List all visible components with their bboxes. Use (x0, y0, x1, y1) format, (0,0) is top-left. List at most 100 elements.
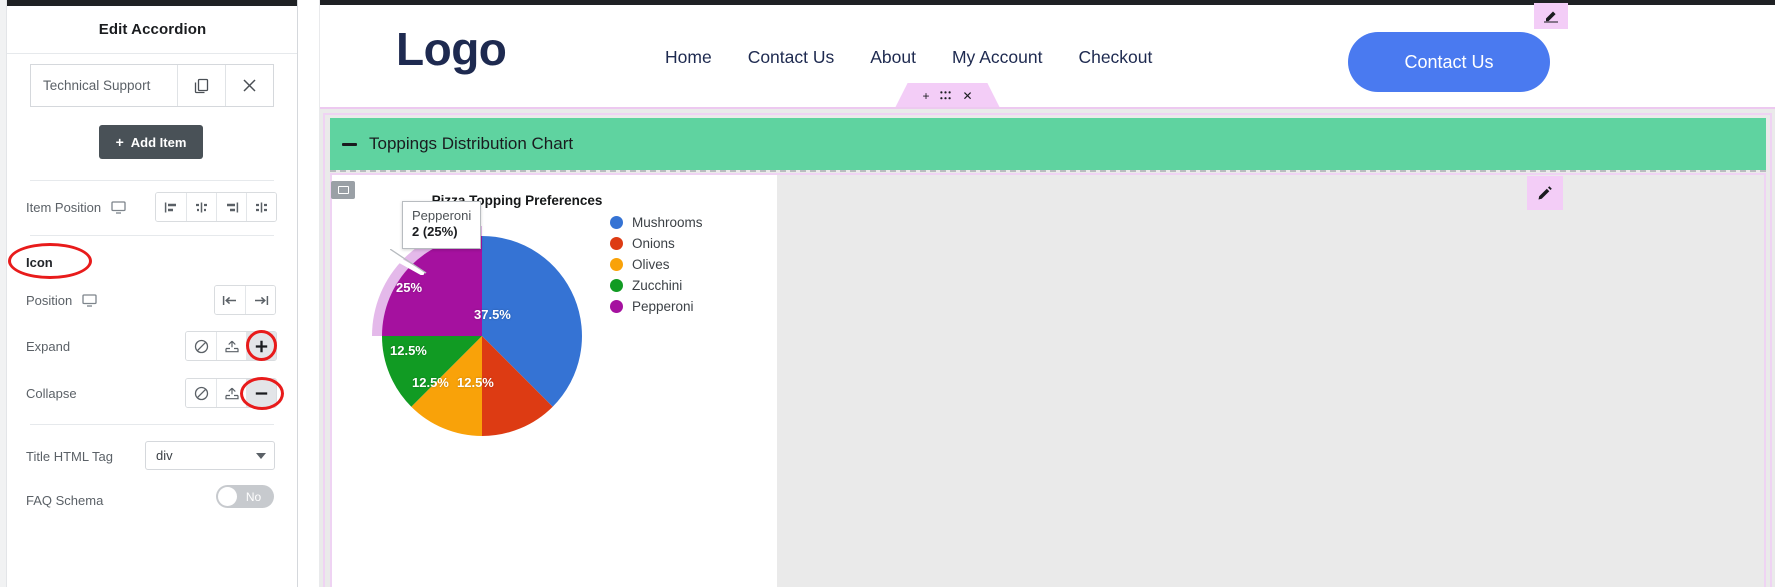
pie-label-olives: 12.5% (412, 375, 449, 390)
pie-label-mushrooms: 37.5% (474, 307, 511, 322)
plus-icon[interactable] (246, 332, 276, 360)
legend-swatch-onions (610, 237, 623, 250)
icon-position-label: Position (26, 292, 73, 308)
section-heading-icon: Icon (26, 247, 276, 277)
editor-panel-header: Edit Accordion (7, 6, 297, 54)
legend-label-mushrooms: Mushrooms (632, 215, 703, 230)
toggle-knob (218, 487, 237, 506)
desktop-icon[interactable] (111, 200, 126, 214)
legend-swatch-zucchini (610, 279, 623, 292)
chevron-down-icon (256, 452, 266, 459)
legend-label-onions: Onions (632, 236, 675, 251)
icon-position-segmented[interactable] (214, 285, 276, 315)
chart-container: Pizza Topping Preferences 37.5% 12.5% 12… (332, 175, 777, 587)
pencil-icon (1538, 186, 1552, 200)
editor-panel-left-rail (0, 0, 7, 587)
widget-handle-icon[interactable] (331, 181, 355, 199)
canvas-left-gutter (298, 0, 320, 587)
divider (30, 235, 274, 236)
canvas-preview: Logo Home Contact Us About My Account Ch… (298, 0, 1775, 587)
pencil-icon (1544, 11, 1558, 23)
pie-label-zucchini: 12.5% (390, 343, 427, 358)
expand-segmented[interactable] (185, 331, 277, 361)
nav-item-checkout[interactable]: Checkout (1078, 47, 1152, 68)
title-html-tag-select[interactable]: div (145, 441, 275, 470)
tooltip-label: Pepperoni (412, 208, 472, 223)
legend-swatch-olives (610, 258, 623, 271)
edit-chip-widget[interactable] (1527, 176, 1563, 210)
tooltip-value: 2 (25%) (412, 224, 458, 240)
legend-item[interactable]: Pepperoni (610, 299, 703, 314)
accordion-item-title: Toppings Distribution Chart (369, 134, 574, 153)
faq-schema-toggle[interactable]: No (216, 485, 274, 508)
app-root: Edit Accordion Technical Support + Add I… (0, 0, 1775, 587)
divider (30, 180, 274, 181)
plus-icon: + (115, 134, 124, 150)
accordion-item-header[interactable]: Toppings Distribution Chart (330, 118, 1766, 170)
edit-chip-top[interactable] (1534, 3, 1568, 29)
chart-tooltip: Pepperoni 2 (25%) (402, 201, 482, 250)
none-icon[interactable] (186, 379, 216, 407)
item-position-segmented[interactable] (155, 192, 277, 222)
chart-legend: Mushrooms Onions Olives Zucchini Peppero… (610, 215, 703, 314)
legend-item[interactable]: Zucchini (610, 278, 703, 293)
accordion-item-content: Pizza Topping Preferences 37.5% 12.5% 12… (330, 173, 1766, 587)
duplicate-icon[interactable] (177, 65, 225, 106)
upload-custom-icon[interactable] (216, 332, 246, 360)
plus-icon[interactable]: + (922, 89, 929, 103)
align-justify-icon[interactable] (246, 193, 276, 221)
desktop-icon[interactable] (82, 293, 97, 307)
contact-us-button[interactable]: Contact Us (1348, 32, 1550, 92)
close-icon[interactable] (225, 65, 273, 106)
align-left-icon[interactable] (156, 193, 186, 221)
repeater-item-label[interactable]: Technical Support (31, 65, 177, 106)
pie-chart: Pizza Topping Preferences 37.5% 12.5% 12… (332, 175, 777, 587)
widget-handle-glyph (337, 186, 349, 194)
upload-custom-icon[interactable] (216, 379, 246, 407)
align-start-icon[interactable] (215, 286, 245, 314)
nav-item-home[interactable]: Home (665, 47, 712, 68)
faq-schema-label: FAQ Schema (26, 492, 104, 508)
accordion-divider (330, 170, 1766, 172)
nav-item-my-account[interactable]: My Account (952, 47, 1042, 68)
nav-item-contact-us[interactable]: Contact Us (748, 47, 835, 68)
repeater-item-row[interactable]: Technical Support (30, 64, 274, 107)
minus-icon[interactable] (246, 379, 276, 407)
section-toolbar: + ✕ (895, 83, 1000, 108)
none-icon[interactable] (186, 332, 216, 360)
add-item-label: Add Item (130, 134, 187, 150)
legend-item[interactable]: Onions (610, 236, 703, 251)
title-html-tag-label: Title HTML Tag (26, 448, 113, 464)
collapse-label: Collapse (26, 385, 77, 401)
editor-panel: Edit Accordion Technical Support + Add I… (0, 0, 298, 587)
legend-item[interactable]: Mushrooms (610, 215, 703, 230)
pie-label-onions: 12.5% (457, 375, 494, 390)
tooltip-pointer (390, 249, 427, 275)
legend-label-zucchini: Zucchini (632, 278, 683, 293)
icon-section-label: Icon (26, 254, 53, 270)
collapse-segmented[interactable] (185, 378, 277, 408)
site-logo[interactable]: Logo (396, 22, 507, 76)
site-nav: Home Contact Us About My Account Checkou… (665, 47, 1152, 68)
align-right-icon[interactable] (216, 193, 246, 221)
expand-label: Expand (26, 338, 71, 354)
close-icon[interactable]: ✕ (962, 89, 972, 103)
chart-title: Pizza Topping Preferences (431, 193, 603, 208)
align-center-icon[interactable] (186, 193, 216, 221)
add-item-button[interactable]: + Add Item (99, 125, 203, 159)
legend-swatch-pepperoni (610, 300, 623, 313)
legend-label-olives: Olives (632, 257, 670, 272)
pie-label-pepperoni: 25% (396, 280, 423, 295)
divider (30, 424, 274, 425)
faq-schema-value: No (245, 489, 262, 504)
drag-handle-icon[interactable] (940, 89, 952, 103)
align-end-icon[interactable] (245, 286, 275, 314)
title-html-tag-value: div (156, 448, 173, 463)
nav-item-about[interactable]: About (870, 47, 916, 68)
item-position-label: Item Position (26, 199, 102, 215)
legend-swatch-mushrooms (610, 216, 623, 229)
legend-label-pepperoni: Pepperoni (632, 299, 694, 314)
minus-icon (342, 142, 357, 146)
legend-item[interactable]: Olives (610, 257, 703, 272)
page-title: Edit Accordion (98, 21, 207, 38)
